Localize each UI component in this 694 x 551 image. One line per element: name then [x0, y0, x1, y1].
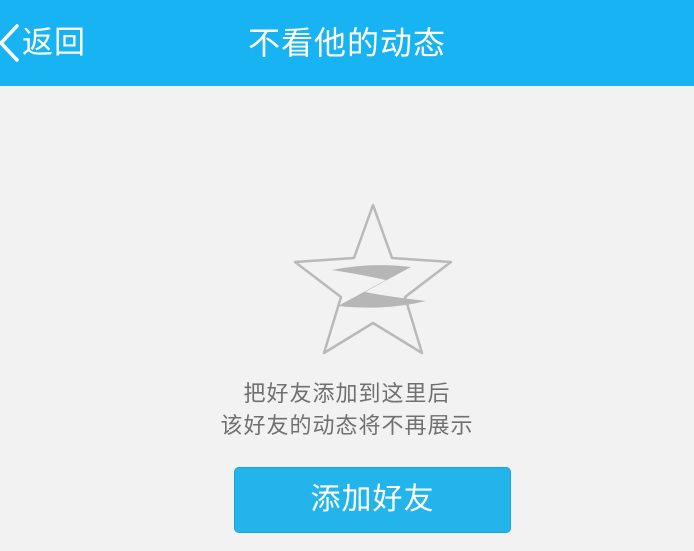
top-bar: 返回 不看他的动态	[0, 0, 694, 86]
empty-message-line-1: 把好友添加到这里后	[243, 382, 451, 407]
empty-message-line-2: 该好友的动态将不再展示	[220, 414, 474, 439]
add-friend-button[interactable]: 添加好友	[234, 467, 511, 533]
qzone-star-icon	[293, 203, 453, 355]
page-title: 不看他的动态	[247, 24, 446, 62]
